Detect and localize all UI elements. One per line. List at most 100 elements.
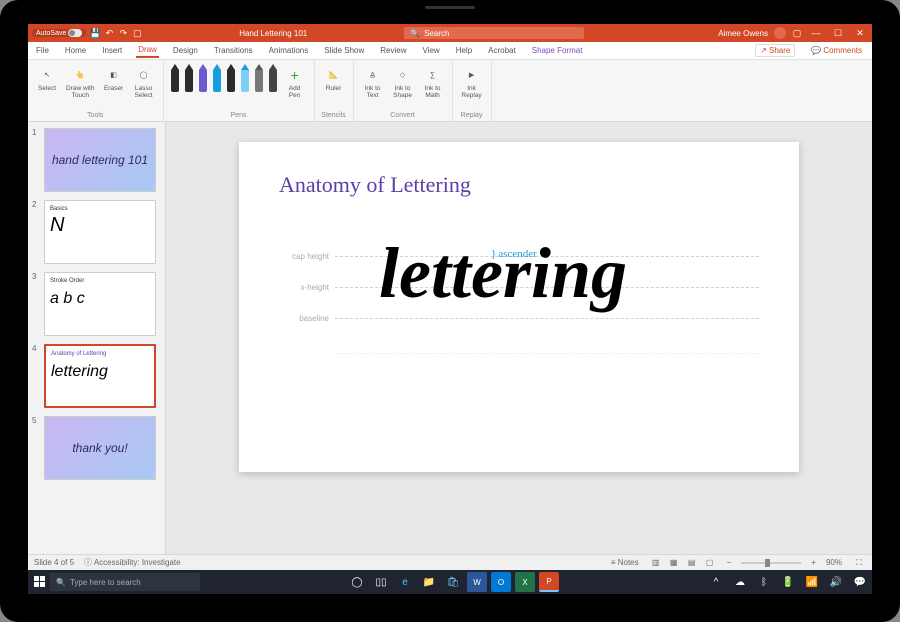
group-tools: ↖ Select 👆 Draw with Touch ◧ Eraser ◯ La… — [28, 60, 164, 121]
tab-slideshow[interactable]: Slide Show — [322, 44, 366, 57]
guide-x-height: x-height — [279, 283, 335, 292]
onedrive-icon[interactable]: ☁ — [730, 572, 750, 592]
store-icon[interactable]: 🛍 — [443, 572, 463, 592]
toggle-icon — [68, 29, 82, 37]
search-input[interactable]: 🔍 Search — [404, 27, 584, 39]
present-icon[interactable]: ▢ — [132, 28, 142, 38]
thumbnail-2[interactable]: Basics N — [44, 200, 156, 264]
reading-view-icon[interactable]: ▤ — [685, 557, 699, 569]
slide-canvas-area[interactable]: Anatomy of Lettering cap height x-height… — [166, 122, 872, 554]
slideshow-view-icon[interactable]: ▢ — [703, 557, 717, 569]
minimize-button[interactable]: — — [808, 25, 824, 41]
tab-view[interactable]: View — [421, 44, 442, 57]
excel-icon[interactable]: X — [515, 572, 535, 592]
group-replay: ▶ Ink Replay Replay — [453, 60, 492, 121]
thumbnail-5[interactable]: thank you! — [44, 416, 156, 480]
pen-4[interactable] — [212, 64, 222, 94]
zoom-out-button[interactable]: − — [727, 558, 732, 567]
battery-icon[interactable]: 🔋 — [778, 572, 798, 592]
tab-help[interactable]: Help — [454, 44, 474, 57]
ink-to-math-button[interactable]: ∑ Ink to Math — [420, 64, 446, 101]
ruler-button[interactable]: 📐 Ruler — [321, 64, 347, 94]
lasso-tool[interactable]: ◯ Lasso Select — [131, 64, 157, 101]
tab-draw[interactable]: Draw — [136, 43, 159, 58]
edge-icon[interactable]: e — [395, 572, 415, 592]
slide-counter: Slide 4 of 5 — [34, 558, 74, 567]
ink-to-text-button[interactable]: A̲ Ink to Text — [360, 64, 386, 101]
outlook-icon[interactable]: O — [491, 572, 511, 592]
pen-1[interactable] — [170, 64, 180, 94]
comments-button[interactable]: 💬 Comments — [807, 45, 866, 56]
bluetooth-icon[interactable]: ᛒ — [754, 572, 774, 592]
maximize-button[interactable]: ☐ — [830, 25, 846, 41]
explorer-icon[interactable]: 📁 — [419, 572, 439, 592]
tab-shape-format[interactable]: Shape Format — [530, 44, 585, 57]
tab-review[interactable]: Review — [378, 44, 408, 57]
draw-touch-tool[interactable]: 👆 Draw with Touch — [64, 64, 97, 101]
thumb-number: 5 — [32, 416, 40, 480]
tray-chevron-icon[interactable]: ^ — [706, 572, 726, 592]
select-tool[interactable]: ↖ Select — [34, 64, 60, 94]
thumbnail-3[interactable]: Stroke Order a b c — [44, 272, 156, 336]
notes-button[interactable]: ≡ Notes — [611, 558, 639, 567]
pen-3[interactable] — [198, 64, 208, 94]
close-button[interactable]: ✕ — [852, 25, 868, 41]
avatar[interactable] — [774, 27, 786, 39]
lasso-icon: ◯ — [135, 66, 153, 84]
pen-5[interactable] — [226, 64, 236, 94]
word-icon[interactable]: W — [467, 572, 487, 592]
ink-replay-button[interactable]: ▶ Ink Replay — [459, 64, 485, 101]
cortana-icon[interactable]: ◯ — [347, 572, 367, 592]
autosave-toggle[interactable]: AutoSave — [32, 29, 86, 37]
tab-insert[interactable]: Insert — [100, 44, 124, 57]
notifications-icon[interactable]: 💬 — [850, 572, 870, 592]
tab-transitions[interactable]: Transitions — [212, 44, 255, 57]
guide-baseline: baseline — [279, 314, 335, 323]
eraser-tool[interactable]: ◧ Eraser — [101, 64, 127, 94]
save-icon[interactable]: 💾 — [90, 28, 100, 38]
slide-thumbnails: 1 hand lettering 101 2 Basics N 3 — [28, 122, 166, 554]
pen-6[interactable] — [240, 64, 250, 94]
share-button[interactable]: ↗ Share — [755, 44, 795, 57]
taskbar-search[interactable]: 🔍 Type here to search — [50, 573, 200, 591]
add-pen-button[interactable]: + Add Pen — [282, 64, 308, 101]
tab-design[interactable]: Design — [171, 44, 200, 57]
tab-animations[interactable]: Animations — [267, 44, 311, 57]
normal-view-icon[interactable]: ▥ — [649, 557, 663, 569]
pen-2[interactable] — [184, 64, 194, 94]
zoom-in-button[interactable]: + — [811, 558, 816, 567]
group-label: Pens — [231, 112, 247, 119]
zoom-slider[interactable] — [741, 562, 801, 564]
search-icon: 🔍 — [56, 578, 66, 587]
thumbnail-4[interactable]: Anatomy of Lettering lettering — [44, 344, 156, 408]
undo-icon[interactable]: ↶ — [104, 28, 114, 38]
tab-home[interactable]: Home — [63, 44, 88, 57]
ribbon-display-icon[interactable]: ▢ — [792, 28, 802, 38]
taskview-icon[interactable]: ▯▯ — [371, 572, 391, 592]
screen: AutoSave 💾 ↶ ↷ ▢ Hand Lettering 101 🔍 Se… — [28, 24, 872, 594]
sorter-view-icon[interactable]: ▦ — [667, 557, 681, 569]
windows-icon — [34, 576, 46, 588]
fit-window-icon[interactable]: ⛶ — [852, 557, 866, 569]
group-stencils: 📐 Ruler Stencils — [315, 60, 354, 121]
ink-text-icon: A̲ — [364, 66, 382, 84]
thumbnail-1[interactable]: hand lettering 101 — [44, 128, 156, 192]
start-button[interactable] — [30, 572, 50, 592]
thumb-number: 3 — [32, 272, 40, 336]
redo-icon[interactable]: ↷ — [118, 28, 128, 38]
pen-8[interactable] — [268, 64, 278, 94]
group-label: Tools — [87, 112, 103, 119]
workspace: 1 hand lettering 101 2 Basics N 3 — [28, 122, 872, 554]
volume-icon[interactable]: 🔊 — [826, 572, 846, 592]
ink-shape-icon: ◇ — [394, 66, 412, 84]
pen-7[interactable] — [254, 64, 264, 94]
titlebar: AutoSave 💾 ↶ ↷ ▢ Hand Lettering 101 🔍 Se… — [28, 24, 872, 42]
powerpoint-icon[interactable]: P — [539, 572, 559, 592]
ink-to-shape-button[interactable]: ◇ Ink to Shape — [390, 64, 416, 101]
tab-acrobat[interactable]: Acrobat — [486, 44, 518, 57]
slide[interactable]: Anatomy of Lettering cap height x-height… — [239, 142, 799, 472]
tab-file[interactable]: File — [34, 44, 51, 57]
ruler-icon: 📐 — [325, 66, 343, 84]
wifi-icon[interactable]: 📶 — [802, 572, 822, 592]
accessibility-status[interactable]: ⓘ Accessibility: Investigate — [84, 557, 180, 568]
